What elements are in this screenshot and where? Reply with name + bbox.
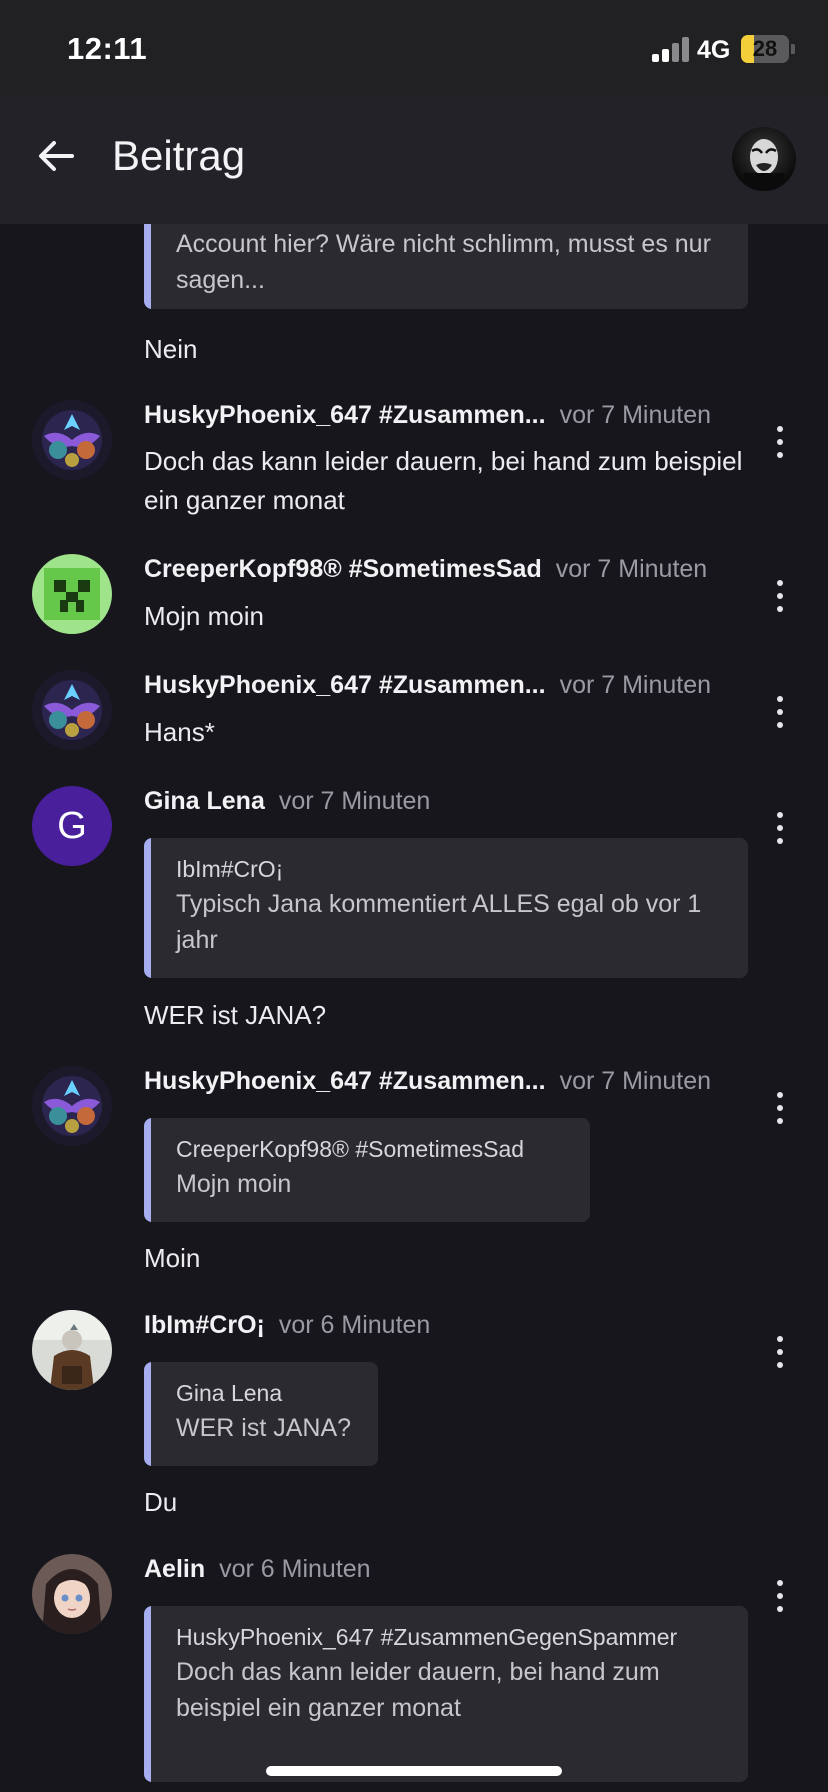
author-name[interactable]: IbIm#CrO¡ bbox=[144, 1311, 265, 1339]
avatar[interactable] bbox=[32, 670, 112, 750]
author-name[interactable]: Aelin bbox=[144, 1555, 205, 1583]
avatar[interactable] bbox=[32, 554, 112, 634]
quote-text: WER ist JANA? bbox=[176, 1414, 352, 1442]
author-name[interactable]: HuskyPhoenix_647 #Zusammen... bbox=[144, 1067, 546, 1095]
timestamp: vor 6 Minuten bbox=[278, 1311, 431, 1339]
comment-text: Moin bbox=[144, 1243, 201, 1273]
comment-text: Du bbox=[144, 1487, 178, 1517]
quote-author: Gina Lena bbox=[176, 1380, 283, 1406]
phoenix-avatar-icon bbox=[32, 670, 112, 750]
timestamp: vor 7 Minuten bbox=[559, 401, 712, 429]
avatar[interactable] bbox=[32, 400, 112, 480]
comment-text: Nein bbox=[144, 334, 198, 364]
battery-level: 28 bbox=[752, 36, 778, 61]
more-options-button[interactable] bbox=[770, 808, 790, 848]
quote-block[interactable]: Account hier? Wäre nicht schlimm, musst … bbox=[144, 224, 748, 309]
anime-avatar-icon bbox=[32, 1554, 112, 1634]
timestamp: vor 7 Minuten bbox=[559, 1067, 712, 1095]
creeper-avatar-icon bbox=[32, 554, 112, 634]
more-options-button[interactable] bbox=[770, 576, 790, 616]
quote-text: Account hier? Wäre nicht schlimm, musst … bbox=[176, 230, 711, 294]
quote-author: CreeperKopf98® #SometimesSad bbox=[176, 1136, 525, 1162]
avatar[interactable]: G bbox=[32, 786, 112, 866]
quote-text: Typisch Jana kommentiert ALLES egal ob v… bbox=[176, 890, 702, 954]
back-button[interactable] bbox=[34, 134, 78, 178]
quote-block[interactable]: IbIm#CrO¡ Typisch Jana kommentiert ALLES… bbox=[144, 838, 748, 978]
arrow-left-icon bbox=[39, 141, 74, 171]
phoenix-avatar-icon bbox=[32, 400, 112, 480]
comment-text: WER ist JANA? bbox=[144, 1000, 327, 1030]
status-time: 12:11 bbox=[67, 31, 148, 66]
comment-text: Hans* bbox=[144, 717, 215, 747]
app-header: Beitrag bbox=[0, 96, 828, 224]
comment-header: CreeperKopf98® #SometimesSad vor 7 Minute… bbox=[144, 555, 707, 584]
battery-nub bbox=[791, 44, 795, 54]
comment-header: IbIm#CrO¡ vor 6 Minuten bbox=[144, 1311, 430, 1340]
more-options-button[interactable] bbox=[770, 1332, 790, 1372]
page-title: Beitrag bbox=[112, 132, 246, 179]
quote-text: Doch das kann leider dauern, bei hand zu… bbox=[176, 1658, 660, 1722]
comment-header: Gina Lena vor 7 Minuten bbox=[144, 787, 430, 816]
more-options-button[interactable] bbox=[770, 1088, 790, 1128]
quote-text: Mojn moin bbox=[176, 1170, 292, 1198]
comment-header: HuskyPhoenix_647 #Zusammen... vor 7 Minut… bbox=[144, 1067, 711, 1096]
more-options-button[interactable] bbox=[770, 1576, 790, 1616]
author-name[interactable]: Gina Lena bbox=[144, 787, 265, 815]
home-indicator[interactable] bbox=[266, 1766, 562, 1776]
author-name[interactable]: CreeperKopf98® #SometimesSad bbox=[144, 555, 542, 583]
phoenix-avatar-icon bbox=[32, 1066, 112, 1146]
timestamp: vor 7 Minuten bbox=[278, 787, 431, 815]
comment-header: HuskyPhoenix_647 #Zusammen... vor 7 Minut… bbox=[144, 401, 711, 430]
timestamp: vor 7 Minuten bbox=[555, 555, 708, 583]
comment-text: Doch das kann leider dauern, bei hand zu… bbox=[144, 446, 743, 515]
timestamp: vor 6 Minuten bbox=[219, 1555, 371, 1583]
comment-header: HuskyPhoenix_647 #Zusammen... vor 7 Minut… bbox=[144, 671, 711, 700]
photo-avatar-icon bbox=[32, 1310, 112, 1390]
quote-block[interactable]: CreeperKopf98® #SometimesSad Mojn moin bbox=[144, 1118, 590, 1222]
comment-text: Mojn moin bbox=[144, 601, 264, 631]
quote-block[interactable]: Gina Lena WER ist JANA? bbox=[144, 1362, 378, 1466]
profile-avatar[interactable] bbox=[732, 127, 796, 191]
quote-block[interactable]: HuskyPhoenix_647 #ZusammenGegenSpammer D… bbox=[144, 1606, 748, 1782]
quote-author: IbIm#CrO¡ bbox=[176, 856, 284, 882]
comment-header: Aelin vor 6 Minuten bbox=[144, 1555, 371, 1584]
more-options-button[interactable] bbox=[770, 422, 790, 462]
comment-feed[interactable]: Account hier? Wäre nicht schlimm, musst … bbox=[0, 224, 828, 1792]
author-name[interactable]: HuskyPhoenix_647 #Zusammen... bbox=[144, 671, 546, 699]
avatar[interactable] bbox=[32, 1310, 112, 1390]
avatar[interactable] bbox=[32, 1066, 112, 1146]
avatar[interactable] bbox=[32, 1554, 112, 1634]
battery-icon: 28 bbox=[741, 35, 789, 63]
mask-avatar-icon bbox=[744, 139, 784, 191]
network-type: 4G bbox=[697, 36, 731, 64]
quote-author: HuskyPhoenix_647 #ZusammenGegenSpammer bbox=[176, 1624, 678, 1650]
status-bar: 12:11 4G 28 bbox=[0, 0, 828, 96]
signal-icon bbox=[652, 36, 692, 62]
author-name[interactable]: HuskyPhoenix_647 #Zusammen... bbox=[144, 401, 546, 429]
more-options-button[interactable] bbox=[770, 692, 790, 732]
timestamp: vor 7 Minuten bbox=[559, 671, 712, 699]
